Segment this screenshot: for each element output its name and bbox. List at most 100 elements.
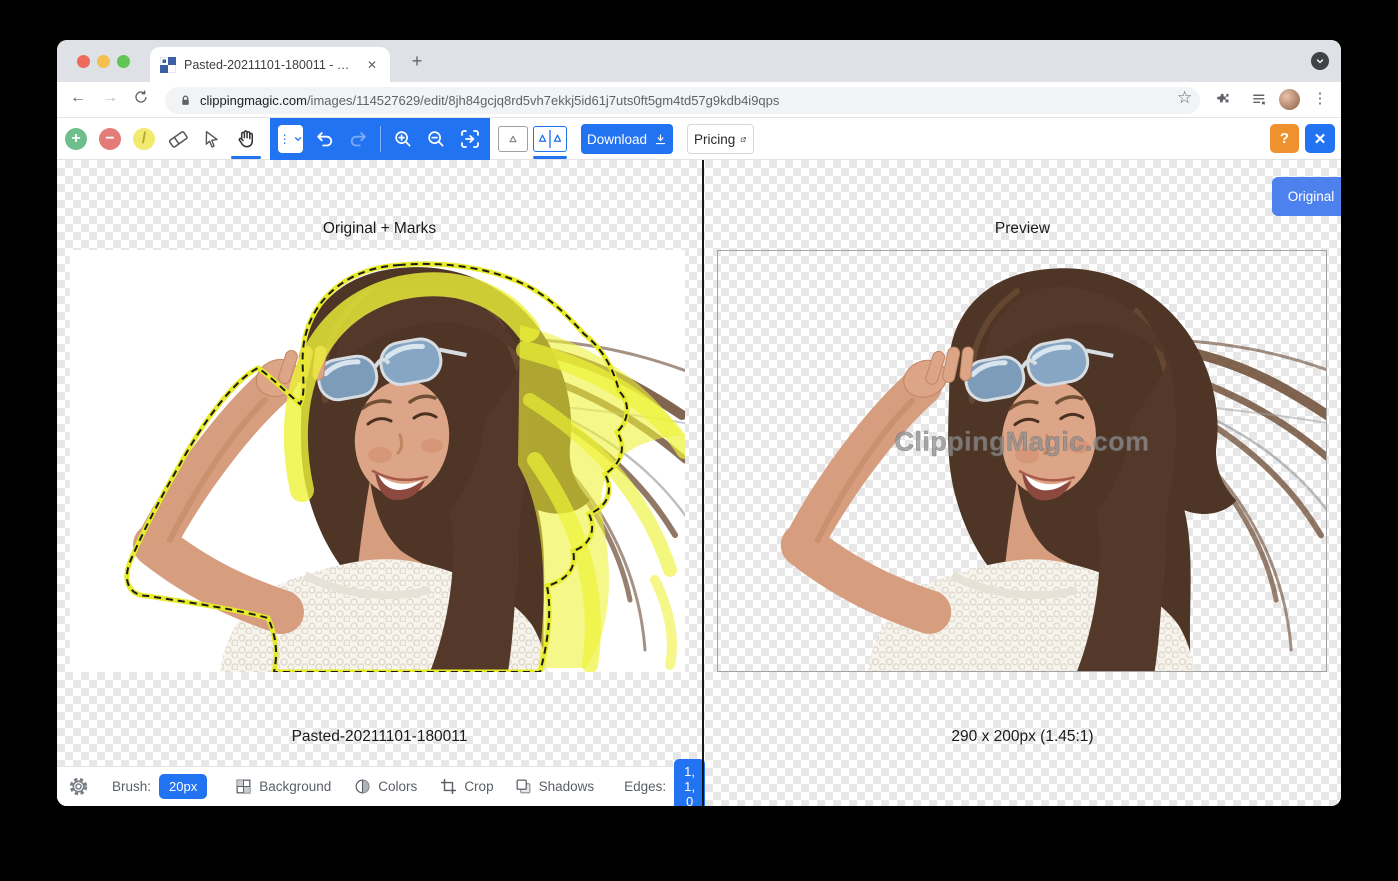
browser-menu-icon[interactable]: ⋮ — [1309, 89, 1331, 107]
minimize-window-button[interactable] — [97, 55, 110, 68]
extensions-puzzle-icon[interactable] — [1215, 91, 1232, 108]
right-panel-title: Preview — [704, 220, 1341, 238]
download-label: Download — [587, 132, 647, 147]
address-bar: ← → clippingmagic.com/images/114527629/e… — [57, 82, 1341, 118]
hand-icon — [235, 128, 258, 151]
reload-button[interactable] — [133, 89, 155, 105]
brush-label: Brush: — [112, 779, 151, 794]
forward-button[interactable]: → — [99, 89, 121, 107]
pricing-button[interactable]: Pricing — [687, 124, 754, 154]
plus-icon: + — [65, 128, 87, 150]
single-view-icon — [505, 131, 521, 147]
download-icon — [654, 132, 667, 147]
download-button[interactable]: Download — [581, 124, 673, 154]
single-view-toggle[interactable] — [498, 126, 528, 152]
colors-label: Colors — [378, 779, 417, 794]
zoom-in-button[interactable] — [392, 127, 414, 151]
tab-close-icon[interactable]: ✕ — [364, 57, 380, 73]
left-image-caption: Pasted-20211101-180011 — [57, 728, 702, 746]
slash-icon: / — [133, 128, 155, 150]
settings-button[interactable] — [67, 775, 90, 798]
crop-label: Crop — [464, 779, 493, 794]
redo-icon — [347, 128, 369, 150]
edges-value-button[interactable]: 1, 1, 0 — [674, 759, 705, 806]
browser-window: Pasted-20211101-180011 - Clip ✕ + ← → cl… — [57, 40, 1341, 806]
puzzle-icon — [1215, 91, 1232, 108]
url-text: clippingmagic.com/images/114527629/edit/… — [200, 93, 779, 108]
hand-tool-active-underline — [231, 156, 261, 159]
preview-figure: ClippingMagic.com — [718, 251, 1326, 671]
zoom-in-icon — [392, 128, 414, 150]
maximize-window-button[interactable] — [117, 55, 130, 68]
close-window-button[interactable] — [77, 55, 90, 68]
redo-button[interactable] — [347, 127, 369, 151]
back-button[interactable]: ← — [67, 89, 89, 107]
yellow-marker-tool[interactable]: / — [127, 118, 161, 160]
split-view-active-underline — [533, 156, 567, 159]
shadows-button[interactable]: Shadows — [514, 777, 595, 796]
browser-tab[interactable]: Pasted-20211101-180011 - Clip ✕ — [150, 47, 390, 82]
background-label: Background — [259, 779, 331, 794]
original-toggle-button[interactable]: Original — [1272, 177, 1341, 216]
chevron-down-icon — [293, 134, 303, 144]
undo-icon — [314, 128, 336, 150]
shadows-label: Shadows — [539, 779, 595, 794]
tab-title: Pasted-20211101-180011 - Clip — [184, 58, 356, 72]
url-path: /images/114527629/edit/8jh84gcjq8rd5vh7e… — [307, 93, 779, 108]
left-panel-title: Original + Marks — [57, 220, 702, 238]
eraser-icon — [166, 127, 190, 151]
undo-button[interactable] — [314, 127, 336, 151]
chevron-down-icon — [1314, 55, 1326, 67]
background-button[interactable]: Background — [234, 777, 331, 796]
pan-hand-tool[interactable] — [229, 118, 263, 160]
original-image-figure — [70, 250, 685, 672]
canvas-controls-group: ⋮ — [270, 118, 490, 160]
tab-bar: Pasted-20211101-180011 - Clip ✕ + — [57, 40, 1341, 82]
toolbar-divider — [380, 126, 381, 152]
crop-button[interactable]: Crop — [439, 777, 493, 796]
external-link-icon — [740, 133, 747, 146]
minus-icon: − — [99, 128, 121, 150]
pricing-label: Pricing — [694, 132, 735, 147]
editor-canvas: Original + Marks Preview Past — [57, 160, 1341, 806]
bookmark-star-icon[interactable]: ☆ — [1177, 88, 1192, 108]
red-minus-tool[interactable]: − — [93, 118, 127, 160]
zoom-out-icon — [425, 128, 447, 150]
bottom-toolbar: Brush: 20px Background Colors — [57, 766, 702, 806]
url-field[interactable]: clippingmagic.com/images/114527629/edit/… — [165, 87, 1200, 114]
close-editor-button[interactable]: ✕ — [1305, 124, 1335, 153]
colors-button[interactable]: Colors — [353, 777, 417, 796]
tab-search-button[interactable] — [1311, 52, 1329, 70]
marks-menu-dropdown[interactable]: ⋮ — [278, 125, 303, 153]
help-button[interactable]: ? — [1270, 124, 1299, 153]
split-view-icon — [535, 130, 565, 148]
brush-size-button[interactable]: 20px — [159, 774, 207, 799]
fit-screen-icon — [458, 127, 482, 151]
panel-split-divider — [702, 160, 704, 806]
edges-label: Edges: — [624, 779, 666, 794]
lock-icon — [179, 94, 192, 107]
preview-caption: 290 x 200px (1.45:1) — [704, 728, 1341, 746]
new-tab-button[interactable]: + — [405, 50, 429, 74]
preview-image[interactable]: ClippingMagic.com — [717, 250, 1327, 672]
split-view-toggle[interactable] — [533, 126, 567, 152]
profile-avatar[interactable] — [1279, 89, 1300, 110]
green-plus-tool[interactable]: + — [59, 118, 93, 160]
clippingmagic-favicon — [160, 57, 176, 73]
colors-half-circle-icon — [353, 777, 372, 796]
dropdown-dots-icon: ⋮ — [279, 132, 291, 146]
shadows-layers-icon — [514, 777, 533, 796]
cursor-icon — [201, 128, 223, 150]
reading-list-icon[interactable] — [1251, 91, 1268, 108]
eraser-tool[interactable] — [161, 118, 195, 160]
list-icon — [1251, 91, 1268, 108]
reload-icon — [133, 89, 149, 105]
background-checker-icon — [234, 777, 253, 796]
original-image[interactable] — [70, 250, 685, 672]
gear-icon — [67, 775, 90, 798]
zoom-out-button[interactable] — [425, 127, 447, 151]
zoom-fit-button[interactable] — [458, 127, 482, 151]
url-domain: clippingmagic.com — [200, 93, 307, 108]
editor-toolbar: + − / ⋮ — [57, 118, 1341, 160]
cursor-tool[interactable] — [195, 118, 229, 160]
